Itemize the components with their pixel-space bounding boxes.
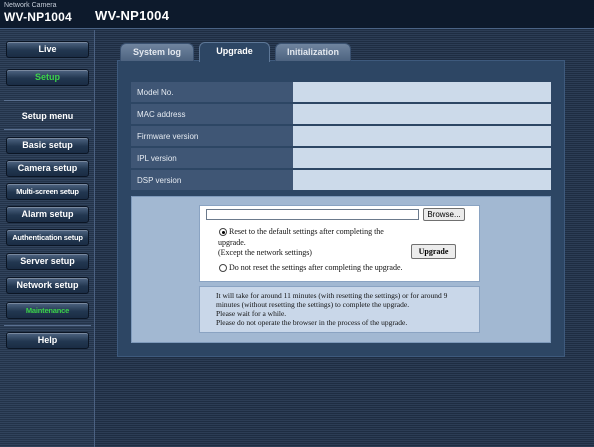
notice-line: Please do not operate the browser in the… (216, 318, 408, 327)
ipl-version-value (293, 148, 551, 168)
ipl-version-label: IPL version (131, 148, 293, 168)
dsp-version-value (293, 170, 551, 190)
table-row: MAC address (131, 104, 551, 124)
brand-model: WV-NP1004 (4, 10, 72, 24)
firmware-version-value (293, 126, 551, 146)
help-button[interactable]: Help (6, 332, 89, 349)
reset-settings-radio[interactable] (219, 228, 227, 236)
sidebar-divider (4, 100, 91, 101)
mac-address-value (293, 104, 551, 124)
mac-address-label: MAC address (131, 104, 293, 124)
setup-button[interactable]: Setup (6, 69, 89, 86)
sidebar-item-alarm-setup[interactable]: Alarm setup (6, 206, 89, 223)
table-row: IPL version (131, 148, 551, 168)
no-reset-settings-label: Do not reset the settings after completi… (229, 263, 403, 272)
tab-upgrade[interactable]: Upgrade (199, 42, 270, 62)
notice-line: Please wait for a while. (216, 309, 287, 318)
tab-system-log[interactable]: System log (120, 43, 194, 61)
table-row: Firmware version (131, 126, 551, 146)
sidebar-item-camera-setup[interactable]: Camera setup (6, 160, 89, 177)
reset-settings-label: Reset to the default settings after comp… (229, 227, 384, 236)
reset-settings-note: (Except the network settings) (218, 248, 312, 257)
page-title: WV-NP1004 (95, 8, 170, 23)
sidebar-item-basic-setup[interactable]: Basic setup (6, 137, 89, 154)
notice-line: minutes (without resetting the settings)… (216, 300, 410, 309)
upgrade-button[interactable]: Upgrade (411, 244, 456, 259)
sidebar-item-authentication-setup[interactable]: Authentication setup (6, 229, 89, 246)
sidebar-item-multi-screen-setup[interactable]: Multi-screen setup (6, 183, 89, 200)
sidebar-item-maintenance[interactable]: Maintenance (6, 302, 89, 319)
dsp-version-label: DSP version (131, 170, 293, 190)
brand-caption: Network Camera (4, 2, 57, 9)
browse-button[interactable]: Browse... (423, 208, 465, 221)
tab-initialization[interactable]: Initialization (275, 43, 351, 61)
table-row: Model No. (131, 82, 551, 102)
notice-line: It will take for around 11 minutes (with… (216, 291, 448, 300)
reset-settings-label-cont: upgrade. (218, 238, 246, 247)
model-no-value (293, 82, 551, 102)
no-reset-settings-radio[interactable] (219, 264, 227, 272)
sidebar-item-server-setup[interactable]: Server setup (6, 253, 89, 270)
sidebar-divider (4, 129, 91, 130)
header-bar: Network Camera WV-NP1004 WV-NP1004 (0, 0, 594, 29)
setup-menu-heading: Setup menu (21, 111, 74, 121)
sidebar-divider (4, 325, 91, 326)
firmware-file-input[interactable] (206, 209, 419, 220)
table-row: DSP version (131, 170, 551, 190)
live-button[interactable]: Live (6, 41, 89, 58)
version-info-table: Model No. MAC address Firmware version I… (131, 80, 551, 192)
model-no-label: Model No. (131, 82, 293, 102)
sidebar-item-network-setup[interactable]: Network setup (6, 277, 89, 294)
firmware-version-label: Firmware version (131, 126, 293, 146)
